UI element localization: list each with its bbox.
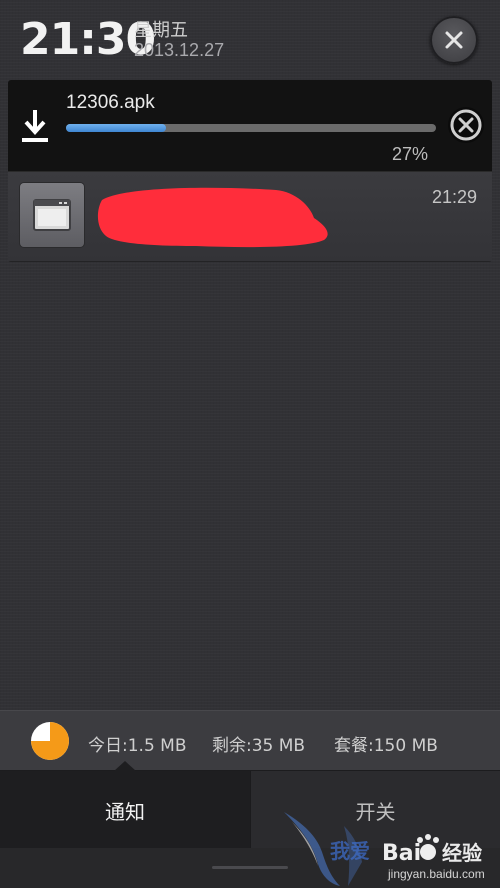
data-usage-bar[interactable]: 今日:1.5 MB 剩余:35 MB 套餐:150 MB — [0, 710, 500, 770]
data-usage-pie-icon — [31, 722, 69, 760]
download-percent: 27% — [392, 144, 429, 164]
cancel-download-button[interactable] — [448, 107, 484, 143]
close-icon — [445, 31, 463, 49]
watermark-text-1: 我爱 — [330, 839, 370, 863]
download-icon — [22, 110, 48, 142]
notification-list: 12306.apk 27% 21:29 — [8, 80, 492, 262]
tab-notifications-label: 通知 — [105, 799, 145, 824]
notification-time: 21:29 — [432, 187, 478, 207]
data-today: 今日:1.5 MB — [88, 736, 187, 756]
clear-notifications-button[interactable] — [430, 16, 478, 64]
download-progress-bar — [66, 124, 436, 132]
app-notification[interactable]: 21:29 — [8, 172, 492, 262]
download-notification[interactable]: 12306.apk 27% — [8, 80, 492, 172]
drag-handle[interactable] — [212, 866, 288, 869]
date-label: 2013.12.27 — [134, 40, 225, 60]
download-filename: 12306.apk — [66, 92, 155, 113]
weekday-label: 星期五 — [134, 20, 188, 41]
data-remaining: 剩余:35 MB — [212, 736, 306, 756]
baidu-jingyan-watermark: 我爱 Bai 经验 jingyan.baidu.com — [284, 812, 485, 886]
watermark-url: jingyan.baidu.com — [387, 867, 485, 881]
status-header: 21:30 星期五 2013.12.27 — [0, 0, 500, 80]
cancel-icon — [450, 109, 482, 141]
app-icon — [20, 183, 84, 247]
watermark-text-2: Bai — [382, 841, 421, 866]
watermark-text-3: 经验 — [442, 841, 482, 865]
active-tab-pointer — [114, 761, 136, 771]
data-plan: 套餐:150 MB — [334, 736, 438, 756]
download-progress-fill — [66, 124, 166, 132]
browser-window-icon — [33, 199, 71, 231]
tab-notifications[interactable]: 通知 — [0, 771, 250, 849]
redacted-content — [97, 187, 328, 248]
